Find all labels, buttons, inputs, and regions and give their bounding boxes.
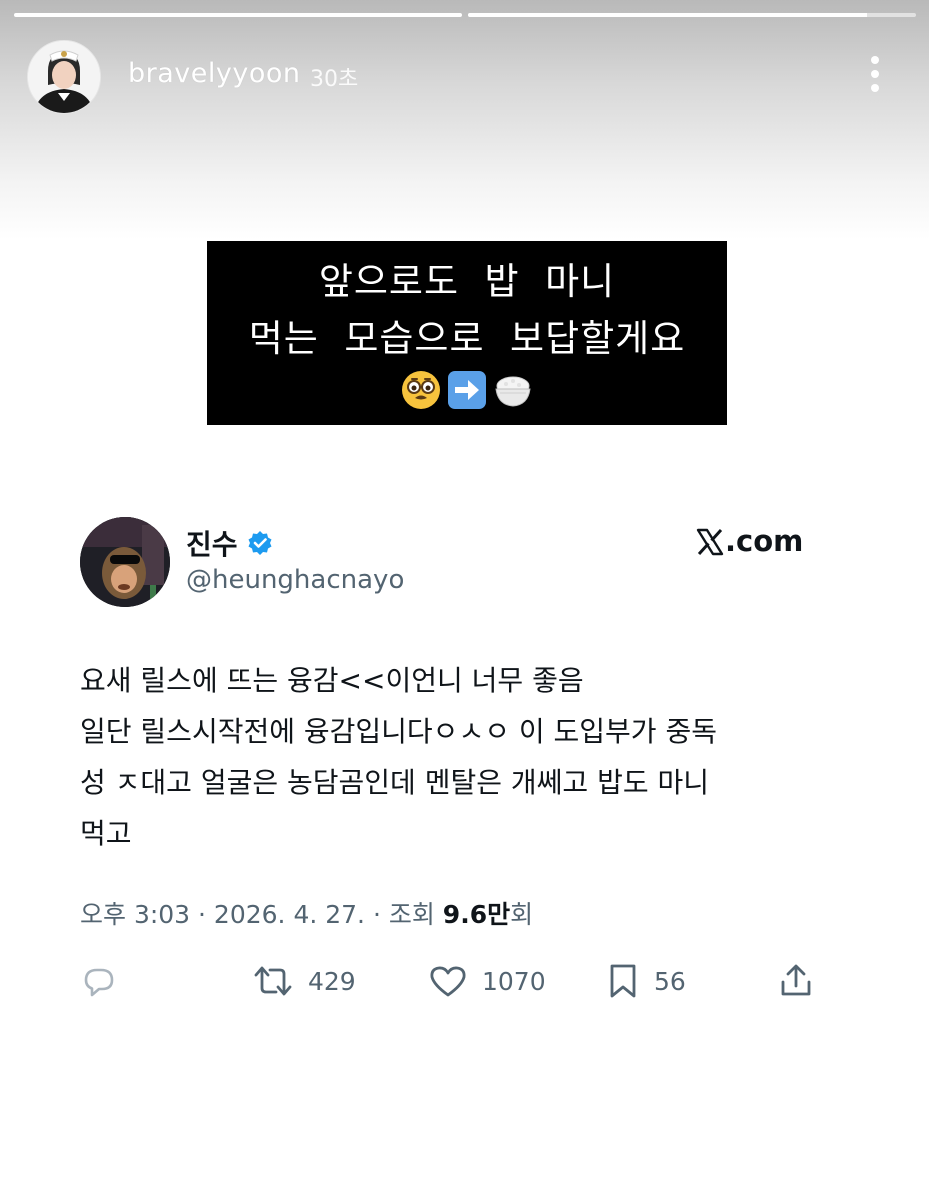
reply-icon: [84, 968, 114, 997]
rice-bowl-icon: [495, 376, 531, 407]
story-progress-fill-2: [468, 13, 867, 17]
share-icon: [781, 964, 811, 996]
caption-line-2: 먹는 모습으로 보답할게요: [248, 317, 686, 360]
story-progress-segment-1: [14, 13, 462, 17]
story-caption-box: 앞으로도 밥 마니 먹는 모습으로 보답할게요: [207, 241, 727, 425]
right-arrow-icon: [448, 371, 486, 409]
x-logo-icon: [696, 528, 724, 556]
like-count: 1070: [482, 966, 546, 996]
source-domain: .com: [725, 524, 804, 558]
retweet-icon: [254, 966, 292, 996]
tweet-text-line: 먹고: [80, 817, 132, 850]
story-header-gradient: [0, 0, 929, 240]
tweet-text: 요새 릴스에 뜨는 융감<<이언니 너무 좋음 일단 릴스시작전에 융감입니다ㅇ…: [80, 655, 820, 859]
bookmark-count: 56: [654, 966, 686, 996]
verified-badge-icon: [248, 531, 272, 555]
caption-line-1: 앞으로도 밥 마니: [318, 260, 616, 303]
story-author-avatar[interactable]: [27, 40, 101, 114]
bookmark-button[interactable]: 56: [606, 957, 686, 1005]
like-button[interactable]: 1070: [428, 957, 546, 1005]
tweet-text-line: 일단 릴스시작전에 융감입니다ㅇㅅㅇ 이 도입부가 중독: [80, 715, 717, 748]
more-options-dot-icon: [871, 84, 879, 92]
tweet-handle[interactable]: @heunghacnayo: [186, 565, 404, 595]
tweet-text-line: 요새 릴스에 뜨는 융감<<이언니 너무 좋음: [80, 664, 584, 697]
tweet-views-suffix: 회: [510, 900, 534, 929]
tweet-author-avatar[interactable]: [80, 517, 170, 607]
tweet-timestamp: 오후 3:03 · 2026. 4. 27. · 조회: [80, 900, 443, 929]
retweet-count: 429: [308, 966, 356, 996]
share-button[interactable]: [777, 957, 815, 1005]
story-progress-segment-2: [468, 13, 916, 17]
tweet-display-name[interactable]: 진수: [186, 523, 238, 563]
more-options-dot-icon: [871, 56, 879, 64]
tweet-views-count: 9.6만: [442, 900, 511, 929]
bookmark-icon: [610, 964, 636, 998]
tweet-text-line: 성 ㅈ대고 얼굴은 농담곰인데 멘탈은 개쎄고 밥도 마니: [80, 766, 710, 799]
tweet-action-bar: 429 1070 56: [63, 957, 838, 1005]
heart-icon: [430, 966, 466, 997]
story-username[interactable]: bravelyyoon: [128, 58, 300, 89]
caption-emoji-row: [207, 369, 727, 411]
story-progress-fill-1: [14, 13, 462, 17]
more-options-button[interactable]: [858, 50, 892, 98]
reply-button[interactable]: [80, 957, 118, 1005]
tweet-screenshot-card: 진수 @heunghacnayo .com 요새 릴스에 뜨는 융감<<이언니 …: [63, 495, 838, 1025]
tweet-meta-line: 오후 3:03 · 2026. 4. 27. · 조회 9.6만회: [80, 895, 533, 931]
nerd-face-icon: [402, 371, 440, 409]
story-timestamp: 30초: [310, 67, 359, 92]
retweet-button[interactable]: 429: [252, 957, 356, 1005]
more-options-dot-icon: [871, 70, 879, 78]
